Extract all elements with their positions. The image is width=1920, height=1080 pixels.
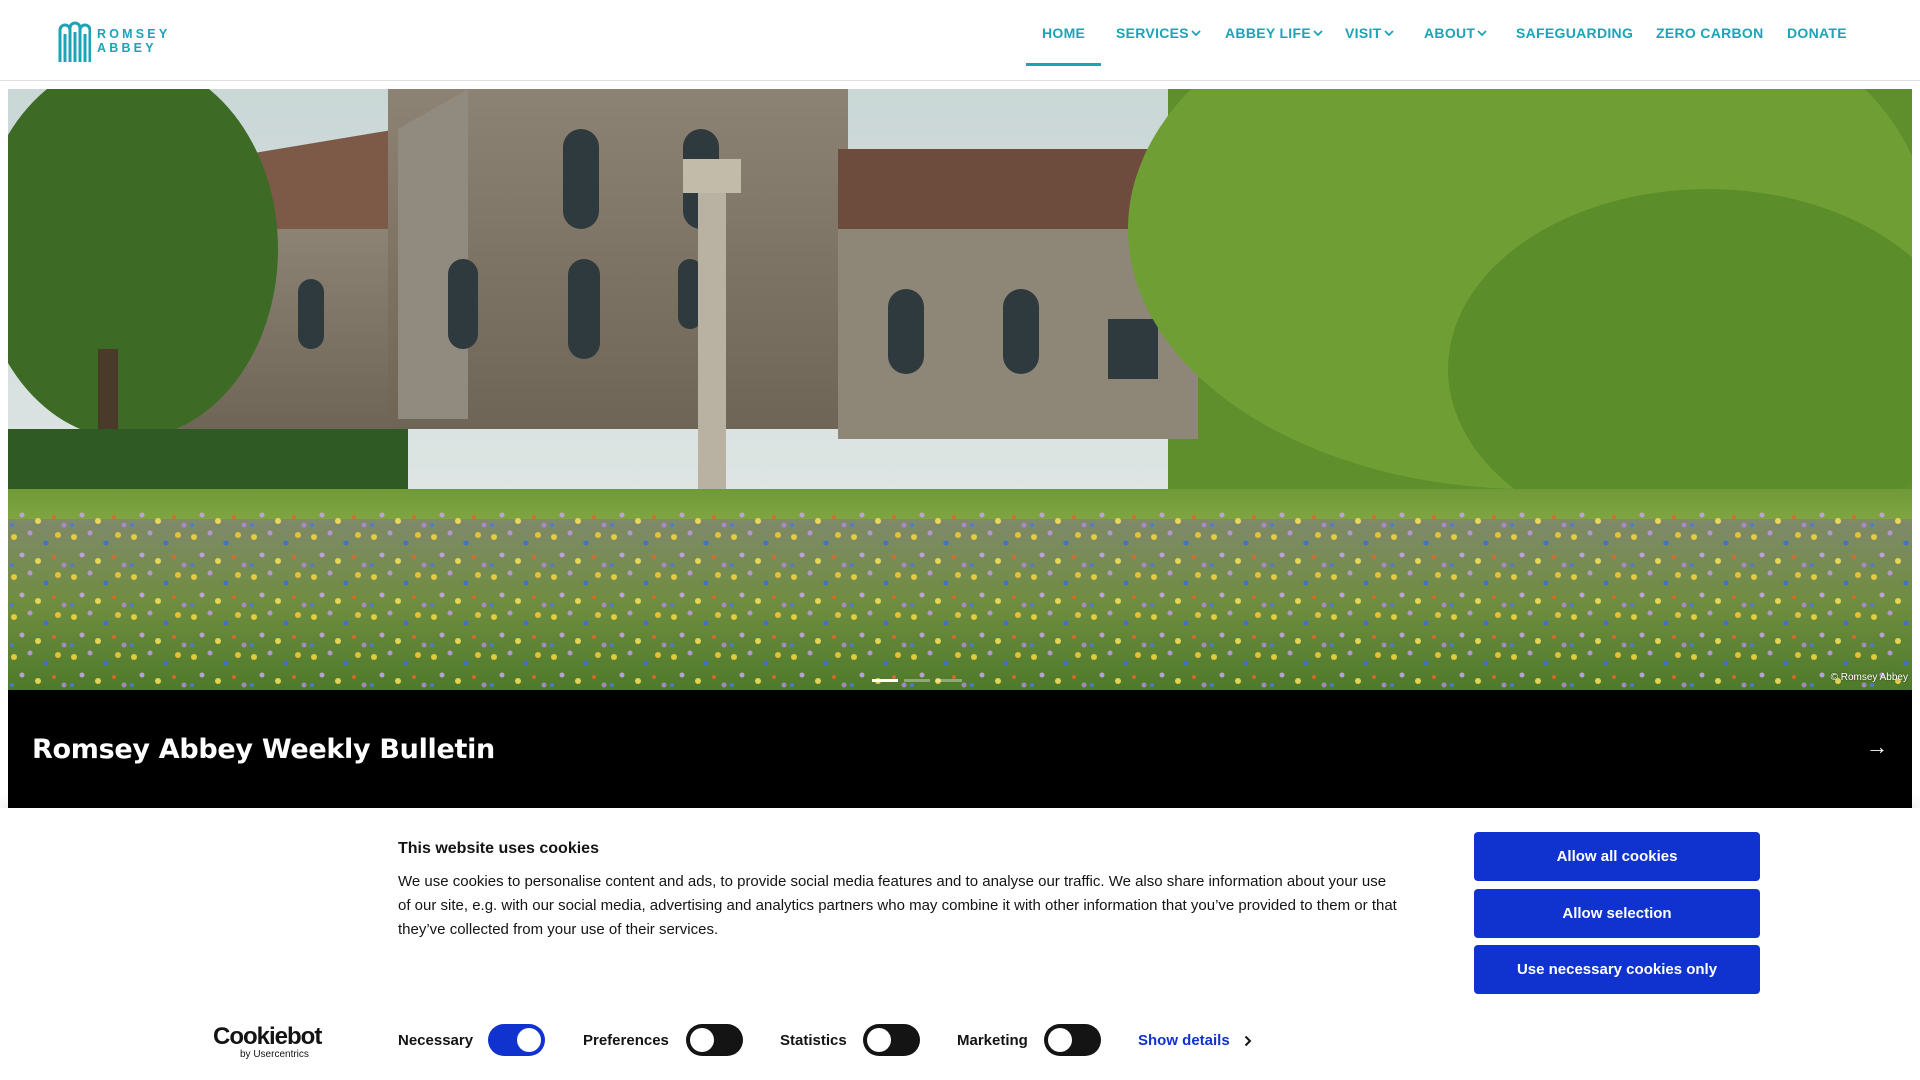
slider-dot-1[interactable] xyxy=(872,679,898,682)
show-details-link[interactable]: Show details xyxy=(1138,1032,1252,1049)
cookiebot-logo[interactable]: Cookiebot by Usercentrics xyxy=(213,1023,322,1061)
slider-dot-2[interactable] xyxy=(904,679,930,682)
slider-dots xyxy=(872,679,962,682)
toggle-knob xyxy=(1048,1028,1072,1052)
cookie-description: We use cookies to personalise content an… xyxy=(398,873,1397,938)
toggle-knob xyxy=(690,1028,714,1052)
logo-line-2: ABBEY xyxy=(97,41,157,55)
nav-zero-carbon-label: ZERO CARBON xyxy=(1656,25,1764,41)
nav-visit-label: VISIT xyxy=(1345,25,1382,41)
statistics-toggle[interactable] xyxy=(863,1024,920,1056)
necessary-toggle[interactable] xyxy=(488,1024,545,1056)
chevron-down-icon xyxy=(1383,29,1394,36)
slider-dot-3[interactable] xyxy=(936,679,962,682)
toggle-label-preferences: Preferences xyxy=(583,1032,669,1049)
preferences-toggle[interactable] xyxy=(686,1024,743,1056)
chevron-down-icon xyxy=(1477,29,1487,36)
allow-all-cookies-button[interactable]: Allow all cookies xyxy=(1474,832,1760,881)
chevron-right-icon xyxy=(1244,1035,1252,1046)
show-details-label: Show details xyxy=(1138,1032,1230,1049)
nav-donate[interactable]: DONATE xyxy=(1787,0,1847,66)
chevron-down-icon xyxy=(1191,29,1201,36)
nav-home-label: HOME xyxy=(1042,25,1086,41)
nav-donate-label: DONATE xyxy=(1787,25,1847,41)
allow-selection-button[interactable]: Allow selection xyxy=(1474,889,1760,938)
hero-image-abbey-wildflower-meadow xyxy=(8,89,1912,690)
toggle-knob xyxy=(517,1028,541,1052)
toggle-label-necessary: Necessary xyxy=(398,1032,474,1049)
arrow-right-icon: → xyxy=(1866,734,1888,759)
chevron-down-icon xyxy=(1313,29,1323,36)
cookie-consent-banner: This website uses cookies We use cookies… xyxy=(0,808,1920,1080)
toggle-label-statistics: Statistics xyxy=(780,1032,847,1049)
romsey-abbey-logo[interactable]: ROMSEY ABBEY xyxy=(57,19,170,63)
hero-slider[interactable]: © Romsey Abbey xyxy=(8,89,1912,690)
cookiebot-wordmark: Cookiebot xyxy=(213,1023,322,1050)
weekly-bulletin-link[interactable]: Romsey Abbey Weekly Bulletin → xyxy=(8,690,1912,808)
necessary-cookies-only-button[interactable]: Use necessary cookies only xyxy=(1474,945,1760,994)
nav-safeguarding-label: SAFEGUARDING xyxy=(1516,25,1634,41)
cookie-title: This website uses cookies xyxy=(398,840,599,857)
logo-line-1: ROMSEY xyxy=(97,27,171,41)
nav-abbey-life[interactable]: ABBEY LIFE xyxy=(1225,0,1323,66)
cookiebot-subtitle: by Usercentrics xyxy=(240,1049,309,1060)
nav-services-label: SERVICES xyxy=(1116,25,1189,41)
nav-visit[interactable]: VISIT xyxy=(1345,0,1394,66)
logo-wordmark: ROMSEY ABBEY xyxy=(97,27,170,55)
marketing-toggle[interactable] xyxy=(1044,1024,1101,1056)
abbey-arches-icon xyxy=(58,21,91,62)
nav-safeguarding[interactable]: SAFEGUARDING xyxy=(1516,0,1633,66)
nav-about-label: ABOUT xyxy=(1424,25,1476,41)
nav-zero-carbon[interactable]: ZERO CARBON xyxy=(1656,0,1764,66)
site-header: ROMSEY ABBEY HOME SERVICES ABBEY LIFE VI… xyxy=(0,0,1920,81)
toggle-label-marketing: Marketing xyxy=(957,1032,1028,1049)
photo-credit: © Romsey Abbey xyxy=(1830,672,1908,683)
nav-abbey-life-label: ABBEY LIFE xyxy=(1225,25,1311,41)
nav-services[interactable]: SERVICES xyxy=(1116,0,1201,66)
bulletin-title: Romsey Abbey Weekly Bulletin xyxy=(32,734,495,765)
toggle-knob xyxy=(867,1028,891,1052)
nav-about[interactable]: ABOUT xyxy=(1424,0,1487,66)
nav-home[interactable]: HOME xyxy=(1025,0,1102,66)
